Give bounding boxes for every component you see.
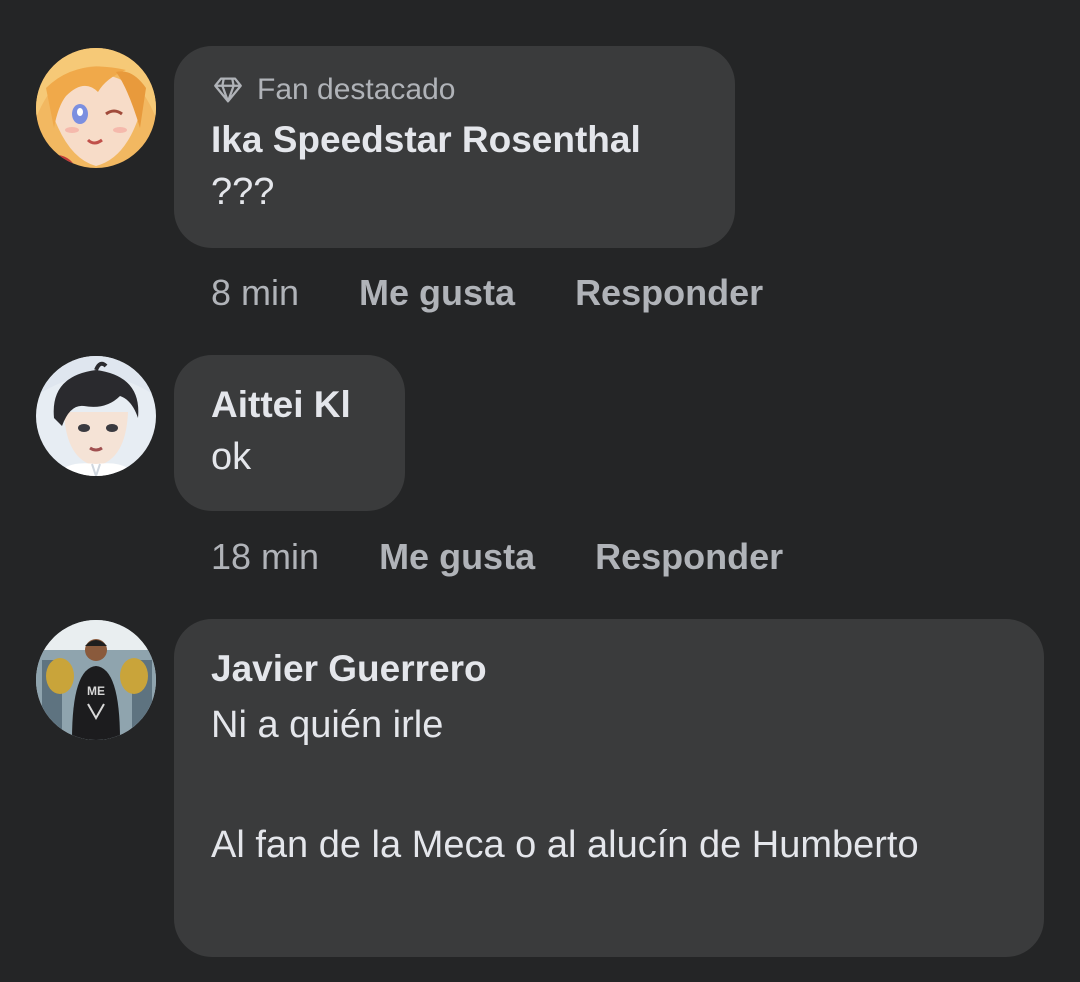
comments-thread: Fan destacado Ika Speedstar Rosenthal ??… [0, 0, 1080, 982]
comment-bubble-ika: Fan destacado Ika Speedstar Rosenthal ??… [174, 46, 735, 248]
reply-button[interactable]: Responder [575, 272, 763, 314]
anime-boy-avatar-image [36, 356, 156, 476]
comment-text: Ni a quién irle Al fan de la Meca o al a… [211, 704, 919, 866]
top-fan-badge: Fan destacado [211, 72, 699, 108]
comment-author[interactable]: Aittei Kl [211, 383, 369, 427]
comment-text: ??? [211, 171, 275, 213]
comment-bubble-aittei: Aittei Kl ok [174, 355, 405, 511]
avatar-aittei[interactable] [36, 356, 156, 476]
comment-actions: 8 min Me gusta Responder [211, 268, 763, 318]
diamond-icon [214, 77, 242, 103]
like-button[interactable]: Me gusta [359, 272, 515, 314]
comment-timestamp[interactable]: 18 min [211, 536, 319, 578]
comment-timestamp[interactable]: 8 min [211, 272, 299, 314]
comment-author[interactable]: Javier Guerrero [211, 647, 1008, 691]
avatar-ika[interactable] [36, 48, 156, 168]
comment-text: ok [211, 436, 252, 478]
avatar-javier[interactable]: ME [36, 620, 156, 740]
comment-actions: 18 min Me gusta Responder [211, 532, 783, 582]
like-button[interactable]: Me gusta [379, 536, 535, 578]
anime-girl-avatar-image [36, 48, 156, 168]
svg-text:ME: ME [87, 684, 105, 698]
comment-author[interactable]: Ika Speedstar Rosenthal [211, 118, 699, 162]
badge-label: Fan destacado [257, 73, 456, 106]
comment-bubble-javier: Javier Guerrero Ni a quién irle Al fan d… [174, 619, 1044, 957]
person-photo-avatar-image: ME [36, 620, 156, 740]
reply-button[interactable]: Responder [595, 536, 783, 578]
